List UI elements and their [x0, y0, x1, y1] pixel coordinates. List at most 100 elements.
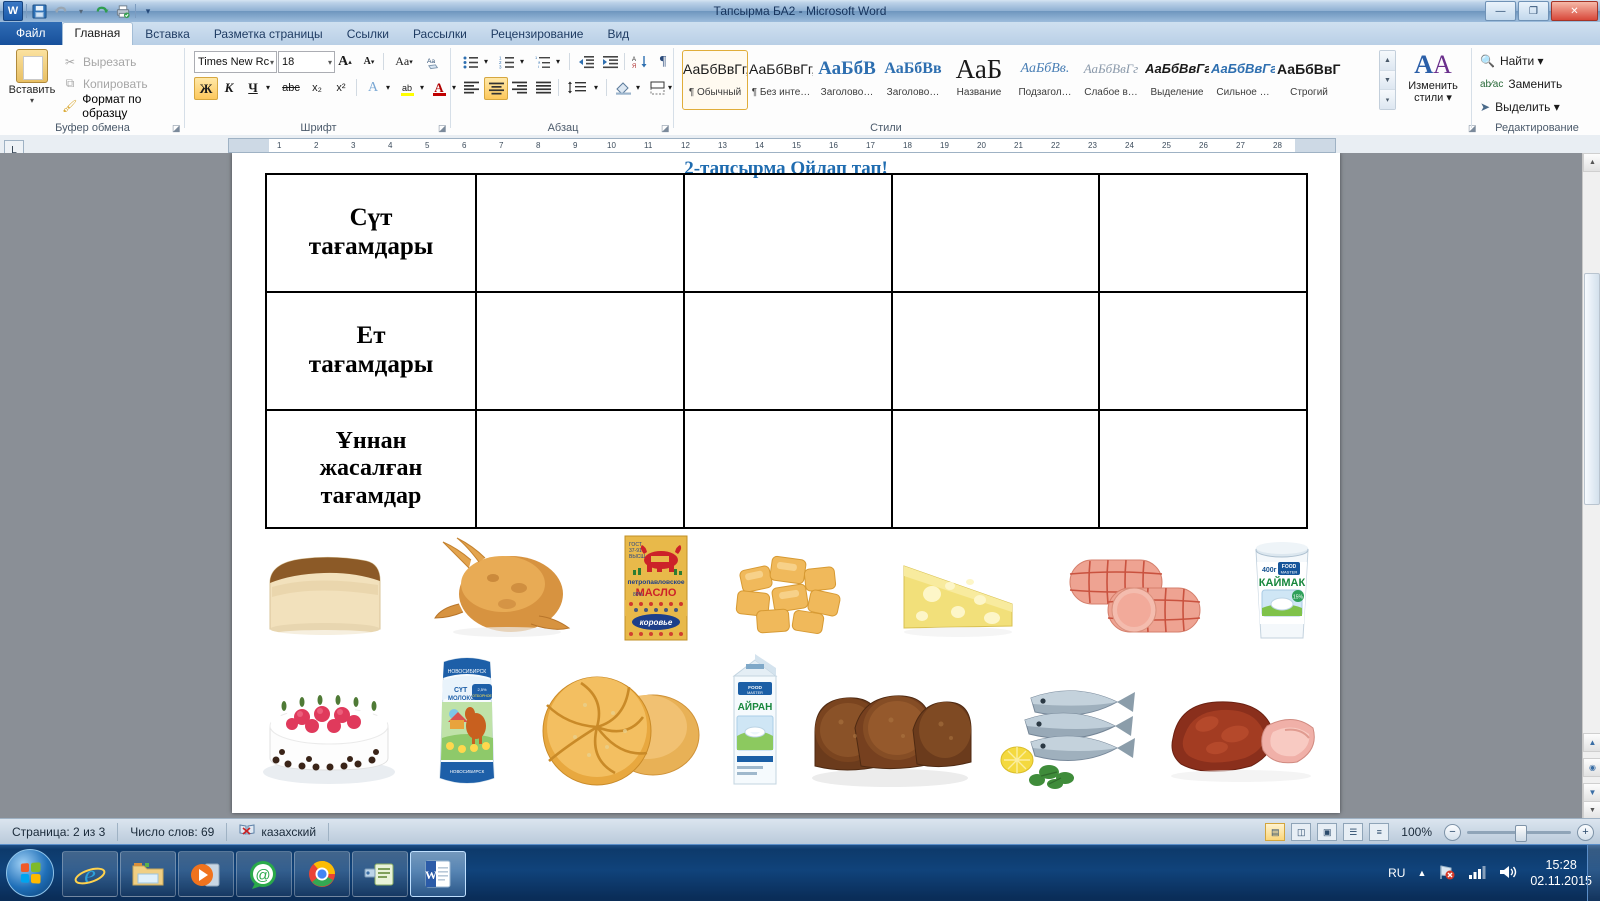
tab-review[interactable]: Рецензирование	[479, 24, 596, 45]
empty-cell[interactable]	[475, 291, 685, 411]
empty-cell[interactable]	[890, 173, 1101, 293]
line-spacing-dropdown-icon[interactable]: ▾	[590, 77, 602, 98]
shading-dropdown-icon[interactable]: ▾	[632, 77, 644, 98]
select-browse-object-button[interactable]: ◉	[1583, 758, 1600, 777]
tab-references[interactable]: Ссылки	[335, 24, 401, 45]
sort-button[interactable]: AЯ	[630, 51, 652, 72]
next-page-button[interactable]: ▼	[1583, 783, 1600, 802]
tab-view[interactable]: Вид	[595, 24, 641, 45]
show-hidden-icons-button[interactable]: ▲	[1417, 868, 1426, 878]
taskbar-internet-explorer[interactable]: e	[62, 851, 118, 897]
find-button[interactable]: 🔍 Найти ▾	[1480, 50, 1544, 72]
font-name-input[interactable]: Times New Rc ▾	[194, 51, 277, 73]
bold-button[interactable]: Ж	[194, 77, 218, 100]
previous-page-button[interactable]: ▲	[1583, 733, 1600, 752]
volume-icon[interactable]	[1498, 864, 1518, 883]
underline-dropdown-icon[interactable]: ▾	[262, 77, 274, 98]
milk-pack-image[interactable]: НОВОСИБИРСК СҮТ МОЛОКО 2,5% ОТБОРНОЕ НОВ…	[424, 652, 510, 793]
font-size-input[interactable]: 18 ▾	[278, 51, 335, 73]
decrease-indent-button[interactable]	[575, 51, 597, 72]
empty-cell[interactable]	[475, 173, 685, 293]
align-right-button[interactable]	[508, 77, 530, 98]
style-item-heading-1[interactable]: АаБбВ Заголово…	[814, 50, 880, 110]
butter-pack-image[interactable]: ГОСТ 37-91 ВЫСШ петропавловское МАСЛО 80…	[617, 534, 695, 645]
styles-more-icon[interactable]: ▾	[1380, 90, 1395, 109]
horizontal-ruler[interactable]: 1 2 3 4 5 6 7 8 9 10 11 12 13 14 15 16 1…	[0, 135, 1600, 154]
empty-cell[interactable]	[890, 409, 1101, 529]
page-indicator[interactable]: Страница: 2 из 3	[0, 823, 119, 841]
shading-button[interactable]	[612, 77, 634, 98]
taskbar-windows-explorer[interactable]	[120, 851, 176, 897]
shrink-font-button[interactable]: A ▾	[358, 51, 380, 72]
change-styles-button[interactable]: AA Изменить стили ▾	[1402, 50, 1464, 104]
word-count[interactable]: Число слов: 69	[118, 823, 228, 841]
change-case-button[interactable]: Aa ▾	[389, 51, 419, 72]
fish-image[interactable]	[995, 668, 1140, 793]
style-item-subtitle[interactable]: АаБбВв. Подзагол…	[1012, 50, 1078, 110]
format-painter-button[interactable]: 🖌 Формат по образцу	[62, 92, 185, 120]
empty-cell[interactable]	[1098, 173, 1308, 293]
document-page[interactable]: 2-тапсырма Ойлап тап! Сүт тағамдары Ет тағ…	[232, 153, 1340, 813]
styles-scroll-up-icon[interactable]: ▲	[1380, 51, 1395, 71]
strikethrough-button[interactable]: abc	[278, 77, 304, 98]
superscript-button[interactable]: x²	[330, 77, 352, 98]
zoom-in-button[interactable]: +	[1577, 823, 1594, 841]
taskbar-media-player[interactable]	[178, 851, 234, 897]
sour-cream-tub-image[interactable]: 400г FOOD MASTER КАЙМАК 15%	[1240, 534, 1324, 645]
paste-button[interactable]: Вставить ▾	[6, 49, 58, 105]
proofing-status[interactable]: казахский	[227, 823, 330, 841]
roast-chicken-image[interactable]	[423, 532, 588, 645]
tab-insert[interactable]: Вставка	[133, 24, 202, 45]
align-left-button[interactable]	[460, 77, 482, 98]
berry-cake-image[interactable]	[254, 660, 404, 793]
font-size-dropdown-icon[interactable]: ▾	[328, 58, 332, 67]
bread-loaf-image[interactable]	[254, 537, 394, 645]
classification-table[interactable]: Сүт тағамдары Ет тағамдары Ұннан жасалған та…	[265, 173, 1308, 529]
sausage-image[interactable]	[1056, 542, 1211, 645]
empty-cell[interactable]	[682, 173, 893, 293]
style-item-title[interactable]: АаБ Название	[946, 50, 1012, 110]
styles-scroll-down-icon[interactable]: ▼	[1380, 70, 1395, 91]
numbering-button[interactable]: 123	[496, 51, 518, 72]
ayran-carton-image[interactable]: FOOD MASTER АЙРАН	[724, 652, 786, 793]
align-center-button[interactable]	[484, 77, 508, 100]
view-full-screen-reading-button[interactable]: ◫	[1291, 823, 1312, 841]
zoom-level[interactable]: 100%	[1395, 825, 1438, 839]
replace-button[interactable]: ab⁄ac Заменить	[1480, 73, 1562, 95]
bullets-dropdown-icon[interactable]: ▾	[480, 51, 492, 72]
fried-potatoes-image[interactable]	[723, 542, 863, 645]
scroll-up-button[interactable]: ▲	[1583, 153, 1600, 172]
style-item-intense-emphasis[interactable]: АаБбВвГг Сильное …	[1210, 50, 1276, 110]
bread-buns-image[interactable]	[529, 665, 704, 793]
bullets-button[interactable]	[460, 51, 482, 72]
text-effects-button[interactable]: A	[362, 77, 384, 98]
highlight-dropdown-icon[interactable]: ▾	[416, 77, 428, 98]
cut-button[interactable]: ✂ Вырезать	[62, 51, 136, 72]
style-item-no-spacing[interactable]: АаБбВвГг, ¶ Без инте…	[748, 50, 814, 110]
empty-cell[interactable]	[890, 291, 1101, 411]
borders-dropdown-icon[interactable]: ▾	[664, 77, 676, 98]
font-dialog-launcher[interactable]: ◪	[438, 123, 448, 133]
style-item-subtle-emphasis[interactable]: АаБбВвГг Слабое в…	[1078, 50, 1144, 110]
show-desktop-button[interactable]	[1587, 845, 1600, 901]
clock[interactable]: 15:28 02.11.2015	[1530, 857, 1592, 889]
zoom-out-button[interactable]: −	[1444, 823, 1461, 841]
font-name-dropdown-icon[interactable]: ▾	[270, 58, 274, 67]
grow-font-button[interactable]: A ▴	[334, 51, 356, 72]
line-spacing-button[interactable]	[564, 77, 590, 98]
signal-strength-icon[interactable]	[1468, 864, 1486, 883]
smoked-meat-image[interactable]	[1159, 680, 1324, 793]
tab-mailings[interactable]: Рассылки	[401, 24, 479, 45]
tab-home[interactable]: Главная	[61, 22, 134, 45]
zoom-slider[interactable]	[1467, 824, 1571, 842]
tab-page-layout[interactable]: Разметка страницы	[202, 24, 335, 45]
multilevel-list-button[interactable]: 1ai	[532, 51, 554, 72]
style-item-heading-2[interactable]: АаБбВв Заголово…	[880, 50, 946, 110]
document-workspace[interactable]: 2-тапсырма Ойлап тап! Сүт тағамдары Ет тағ…	[0, 153, 1600, 818]
dark-bread-image[interactable]	[805, 670, 975, 793]
clipboard-dialog-launcher[interactable]: ◪	[172, 123, 182, 133]
text-effects-dropdown-icon[interactable]: ▾	[382, 77, 394, 98]
taskbar-qip-messenger[interactable]: @	[236, 851, 292, 897]
view-print-layout-button[interactable]: ▤	[1265, 823, 1286, 841]
style-item-normal[interactable]: АаБбВвГг, ¶ Обычный	[682, 50, 748, 110]
